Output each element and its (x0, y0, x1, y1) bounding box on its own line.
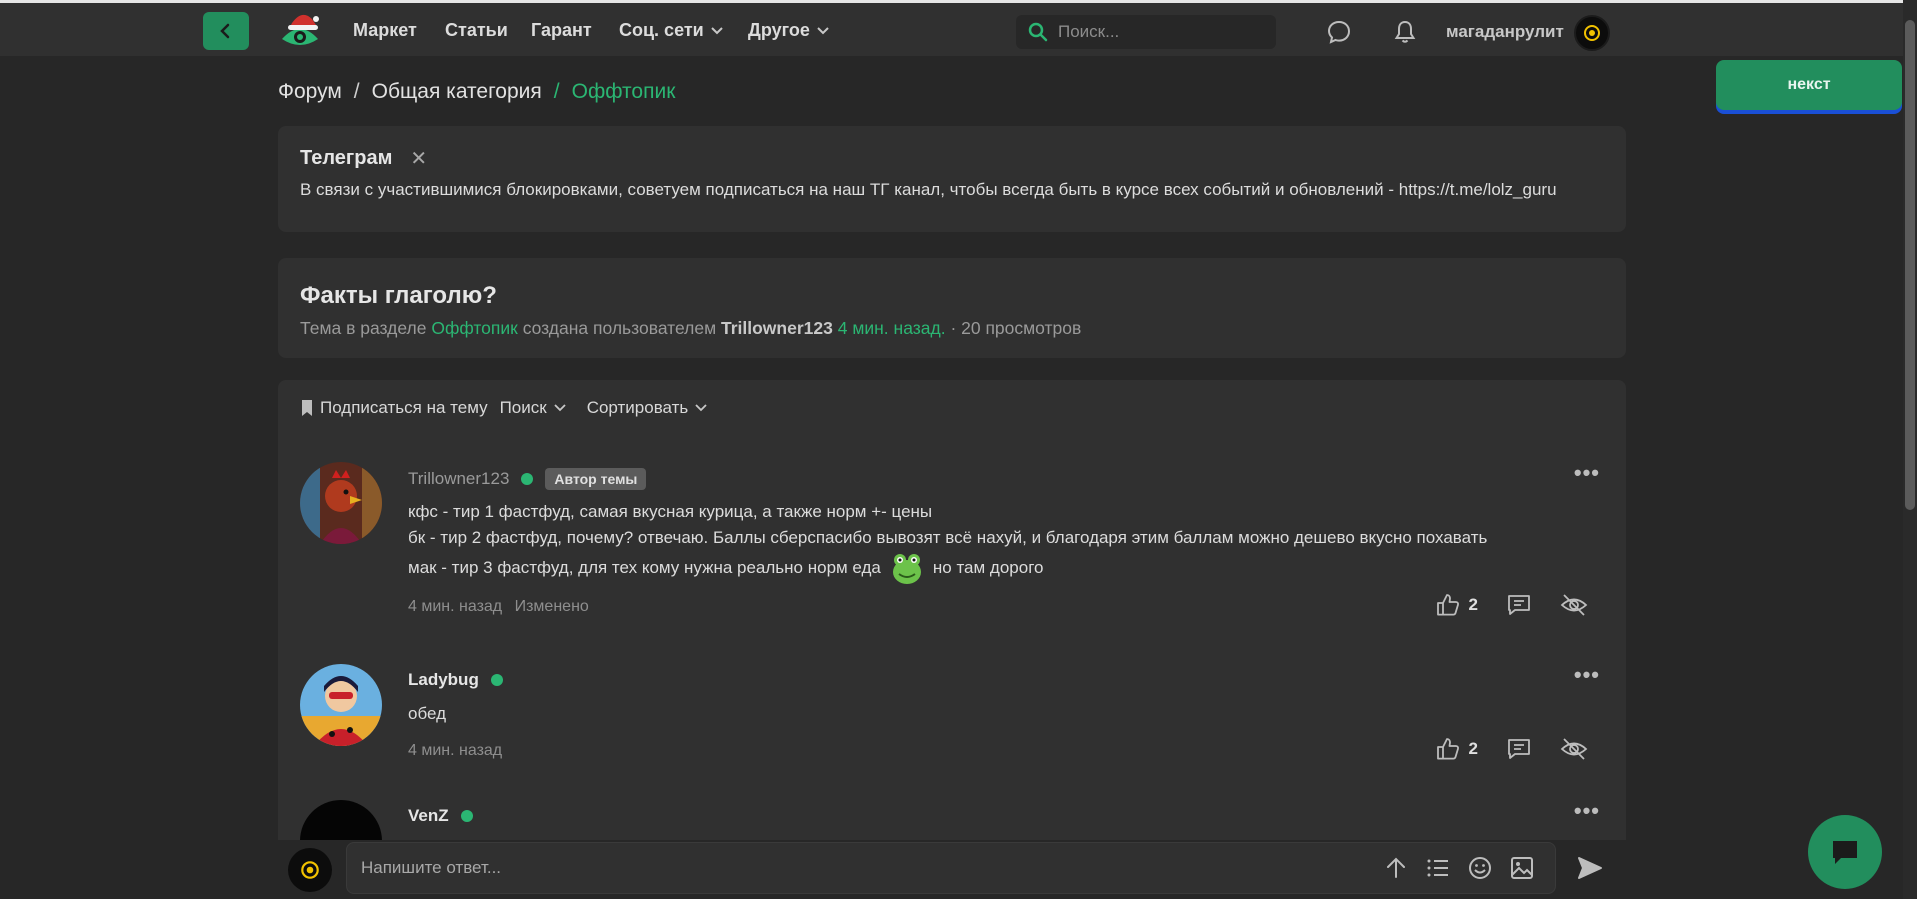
post-text-line: кфс - тир 1 фастфуд, самая вкусная куриц… (408, 502, 933, 521)
thread-toolbar: Подписаться на тему Поиск Сортировать (300, 398, 708, 418)
coin-icon (1584, 25, 1600, 41)
next-button[interactable]: некст (1716, 60, 1902, 110)
post-time[interactable]: 4 мин. назад (408, 598, 502, 615)
notice-text: В связи с участившимися блокировками, со… (300, 180, 1557, 199)
post-item: Trillowner123 Автор темы ••• кфс - тир 1… (300, 460, 1600, 622)
back-button[interactable] (203, 12, 249, 50)
topic-views: · 20 просмотров (950, 318, 1082, 338)
like-button[interactable]: 2 (1435, 592, 1478, 618)
like-button[interactable]: 2 (1435, 736, 1478, 762)
online-indicator (521, 473, 534, 485)
topic-author-link[interactable]: Trillowner123 (721, 318, 833, 338)
subscribe-button[interactable]: Подписаться на тему (300, 398, 488, 418)
user-avatar[interactable] (1574, 15, 1610, 51)
username[interactable]: магаданрулит (1446, 22, 1564, 42)
hide-eye-icon[interactable] (1560, 592, 1588, 618)
bookmark-icon (302, 400, 312, 416)
avatar (288, 848, 332, 892)
more-options-icon[interactable]: ••• (1574, 662, 1600, 688)
chat-icon (1833, 841, 1857, 864)
coin-icon (301, 861, 319, 879)
arrow-up-icon[interactable] (1383, 855, 1409, 881)
telegram-notice: Телеграм ✕ В связи с участившимися блоки… (278, 126, 1626, 232)
reply-input[interactable] (361, 858, 1321, 878)
hide-eye-icon[interactable] (1560, 736, 1588, 762)
post-edited[interactable]: Изменено (515, 598, 589, 615)
nav-articles[interactable]: Статьи (445, 20, 508, 41)
editor-tools (1383, 855, 1535, 881)
topic-title: Факты глаголю? (300, 282, 497, 309)
breadcrumb: Форум / Общая категория / Оффтопик (278, 80, 676, 104)
reply-bar (278, 840, 1626, 899)
notice-title: Телеграм (300, 147, 393, 169)
chat-bubble-icon[interactable] (1326, 19, 1352, 45)
posts-container: Подписаться на тему Поиск Сортировать Tr… (278, 380, 1626, 899)
site-logo[interactable] (276, 9, 324, 51)
thumbs-up-icon (1436, 594, 1459, 616)
nav-garant[interactable]: Гарант (531, 20, 592, 41)
breadcrumb-general[interactable]: Общая категория (372, 80, 542, 104)
reply-editor[interactable] (346, 842, 1556, 894)
topic-meta: Тема в разделе Оффтопик создана пользова… (300, 318, 1082, 338)
online-indicator (490, 674, 503, 686)
more-options-icon[interactable]: ••• (1574, 460, 1600, 486)
topic-section-link[interactable]: Оффтопик (431, 318, 517, 338)
reply-comment-icon[interactable] (1506, 736, 1532, 762)
post-actions: 2 (1435, 592, 1588, 618)
post-text-line: бк - тир 2 фастфуд, почему? отвечаю. Бал… (408, 528, 1488, 547)
chat-fab-button[interactable] (1808, 815, 1882, 889)
bell-icon[interactable] (1392, 19, 1418, 45)
chevron-down-icon (711, 26, 723, 34)
logo-icon (282, 14, 319, 45)
post-actions: 2 (1435, 736, 1588, 762)
image-icon[interactable] (1509, 855, 1535, 881)
nav-other[interactable]: Другое (748, 20, 830, 41)
list-icon[interactable] (1425, 855, 1451, 881)
nav-social[interactable]: Соц. сети (619, 20, 724, 41)
avatar[interactable] (300, 462, 382, 544)
online-indicator (460, 810, 473, 822)
send-icon[interactable] (1576, 854, 1604, 882)
frog-emoji-icon (892, 554, 921, 584)
search-box[interactable] (1016, 15, 1276, 49)
thumbs-up-icon (1436, 738, 1459, 760)
scrollbar-thumb[interactable] (1905, 20, 1915, 510)
author-badge: Автор темы (545, 468, 647, 490)
chevron-left-icon (220, 23, 230, 39)
close-icon[interactable]: ✕ (410, 146, 427, 171)
chevron-down-icon (554, 404, 566, 412)
nav-market[interactable]: Маркет (353, 20, 417, 41)
chevron-down-icon (695, 404, 707, 412)
post-time[interactable]: 4 мин. назад (408, 742, 502, 759)
emoji-icon[interactable] (1467, 855, 1493, 881)
breadcrumb-offtopic[interactable]: Оффтопик (572, 80, 676, 104)
post-author[interactable]: VenZ (408, 806, 449, 826)
topic-header: Факты глаголю? Тема в разделе Оффтопик с… (278, 258, 1626, 358)
chevron-down-icon (817, 26, 829, 34)
rooster-avatar-icon (300, 462, 382, 544)
top-navbar: Маркет Статьи Гарант Соц. сети Другое ма… (0, 0, 1917, 56)
post-item: Ladybug ••• обед 4 мин. назад 2 (300, 662, 1600, 764)
topic-time[interactable]: 4 мин. назад. (838, 318, 946, 338)
search-icon (1028, 22, 1048, 42)
search-thread-dropdown[interactable]: Поиск (500, 398, 567, 418)
post-author[interactable]: Trillowner123 (408, 469, 509, 489)
post-author[interactable]: Ladybug (408, 670, 479, 690)
post-text-line: обед (408, 704, 447, 723)
sort-dropdown[interactable]: Сортировать (587, 398, 709, 418)
post-text-line: мак - тир 3 фастфуд, для тех кому нужна … (408, 550, 1043, 586)
more-options-icon[interactable]: ••• (1574, 798, 1600, 824)
avatar[interactable] (300, 664, 382, 746)
ladybug-avatar-icon (300, 664, 382, 746)
scrollbar[interactable] (1903, 0, 1917, 899)
like-count: 2 (1468, 595, 1478, 614)
breadcrumb-forum[interactable]: Форум (278, 80, 342, 104)
search-input[interactable] (1058, 22, 1258, 42)
reply-comment-icon[interactable] (1506, 592, 1532, 618)
like-count: 2 (1468, 739, 1478, 758)
